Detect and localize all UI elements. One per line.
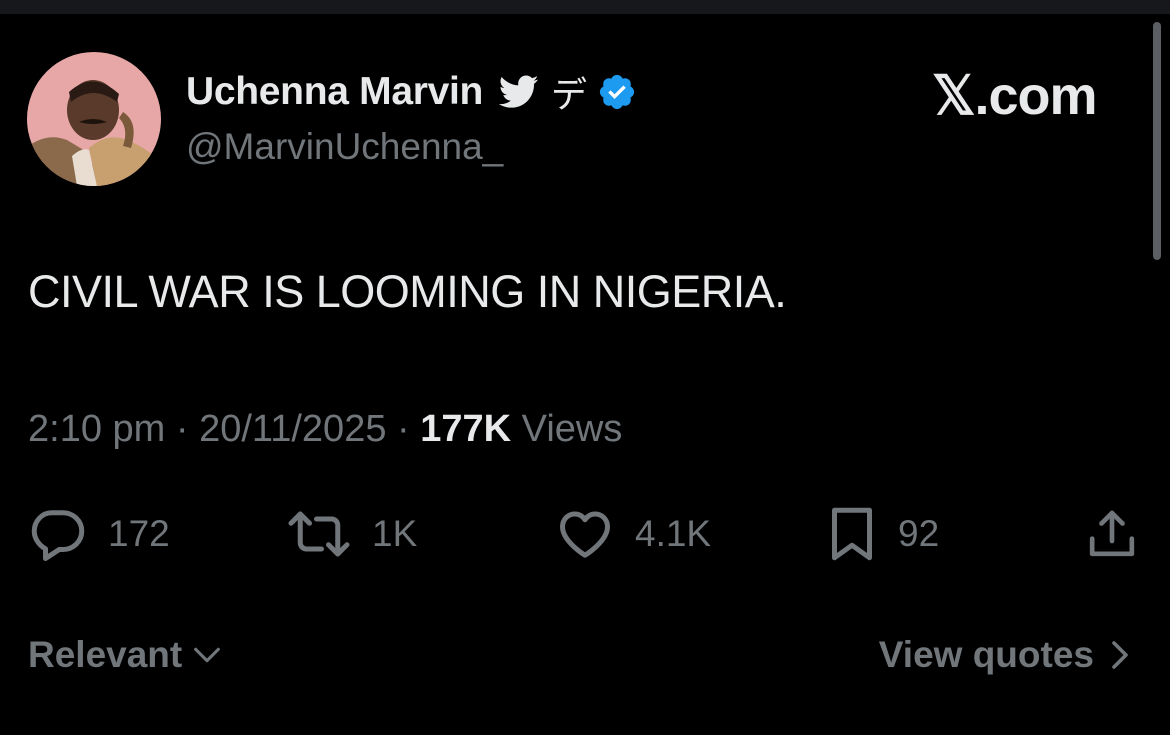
repost-count: 1K: [372, 513, 418, 554]
sort-dropdown[interactable]: Relevant: [28, 630, 224, 680]
views-count[interactable]: 177K: [420, 408, 511, 450]
author-name-glyph: デ: [551, 75, 588, 116]
reply-count: 172: [108, 513, 170, 554]
chevron-down-icon: [194, 647, 221, 663]
view-quotes-label: View quotes: [878, 634, 1094, 675]
like-icon: [560, 511, 610, 558]
meta-separator: ·: [397, 408, 410, 450]
reply-icon: [31, 510, 85, 561]
sort-label: Relevant: [28, 634, 183, 675]
bookmark-button[interactable]: 92: [826, 504, 939, 564]
tweet-meta: 2:10 pm · 20/11/2025 · 177K Views: [28, 408, 622, 451]
like-button[interactable]: 4.1K: [555, 504, 711, 564]
views-label: Views: [521, 408, 623, 450]
top-bar: [0, 0, 1170, 14]
view-quotes-link[interactable]: View quotes: [879, 630, 1132, 680]
meta-separator: ·: [175, 408, 189, 450]
repost-icon: [288, 511, 350, 557]
repost-button[interactable]: 1K: [286, 504, 417, 564]
bird-icon: [498, 75, 539, 109]
reply-button[interactable]: 172: [28, 504, 170, 564]
x-com-logo: 𝕏.com: [932, 66, 1098, 126]
bookmark-icon: [832, 507, 872, 561]
like-count: 4.1K: [635, 513, 712, 554]
author-display-name[interactable]: Uchenna Marvin: [186, 70, 483, 114]
chevron-right-icon: [1112, 641, 1128, 669]
share-button[interactable]: [1084, 504, 1140, 564]
verified-badge-icon[interactable]: [597, 72, 637, 112]
share-icon: [1089, 510, 1135, 557]
tweet-date[interactable]: 20/11/2025: [199, 408, 386, 450]
author-name-row: Uchenna Marvin デ: [186, 66, 637, 118]
scrollbar[interactable]: [1153, 22, 1161, 260]
tweet-time[interactable]: 2:10 pm: [28, 408, 165, 450]
author-handle[interactable]: @MarvinUchenna_: [186, 126, 503, 168]
avatar[interactable]: [27, 52, 161, 186]
bookmark-count: 92: [898, 513, 940, 554]
tweet-text: CIVIL WAR IS LOOMING IN NIGERIA.: [28, 266, 787, 317]
